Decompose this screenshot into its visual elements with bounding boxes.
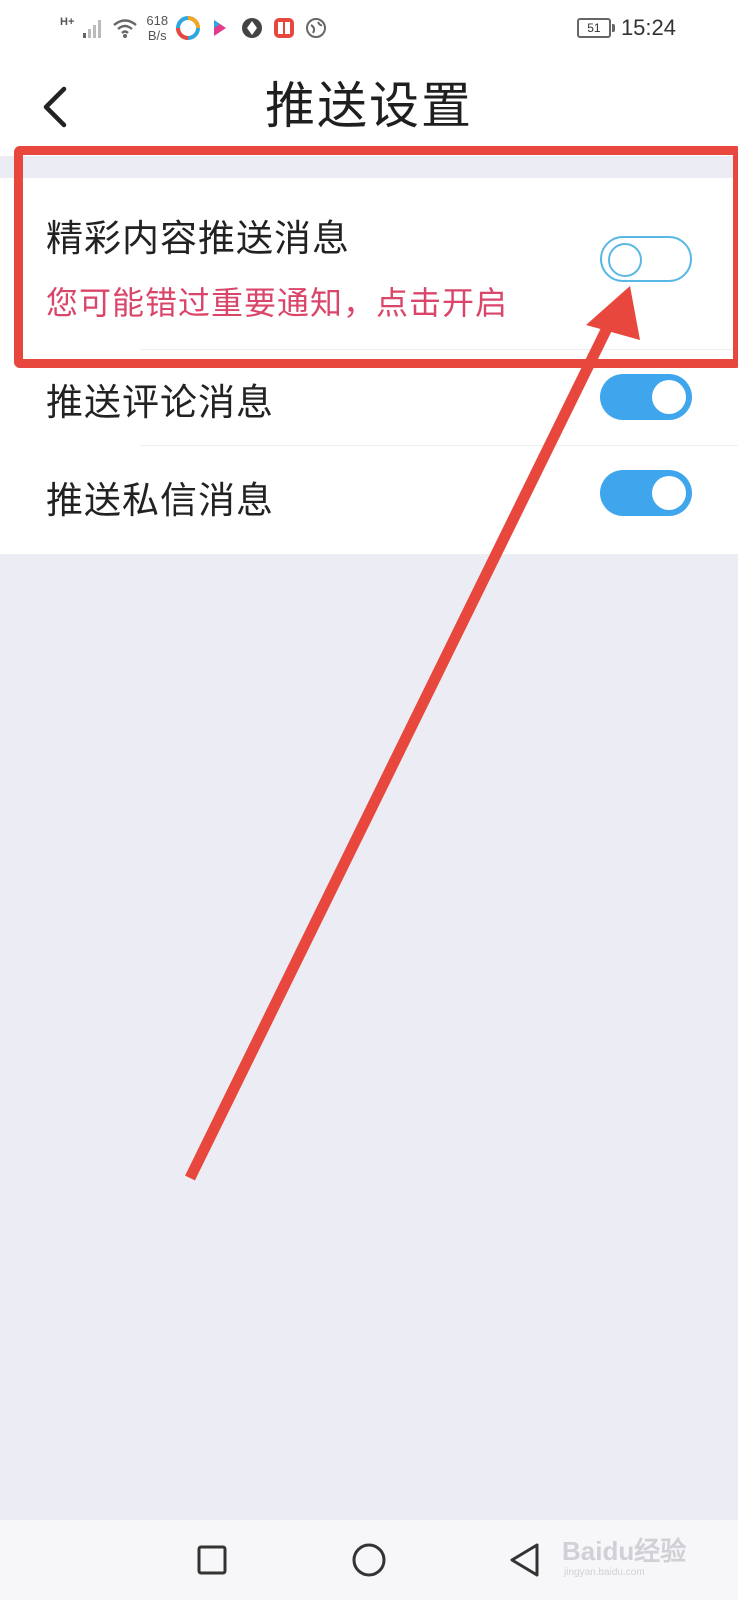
network-speed: 618 B/s [146,13,168,43]
watermark-text: Baidu经验 [562,1536,686,1566]
setting-label: 推送评论消息 [46,381,274,424]
toggle-knob [608,243,642,277]
youku-icon [214,20,227,36]
private-message-push-toggle[interactable] [600,470,692,516]
globe-app-icon [306,18,327,38]
toggle-knob [652,380,686,414]
home-button[interactable] [349,1540,389,1580]
recent-apps-button[interactable] [192,1540,232,1580]
featured-content-toggle[interactable] [600,236,692,282]
settings-list: 精彩内容推送消息 您可能错过重要通知，点击开启 推送评论消息 推送私信消息 [0,178,738,554]
comment-push-toggle[interactable] [600,374,692,420]
reader-app-icon [274,18,295,38]
section-divider [0,156,738,178]
circle-home-icon [352,1543,386,1577]
color-ring-app-icon [176,16,201,40]
network-type: H+ [60,16,75,28]
system-nav-bar: Baidu经验 jingyan.baidu.com [0,1520,738,1600]
wifi-icon [113,19,138,38]
setting-label: 精彩内容推送消息 [46,217,350,260]
signal-icon [83,20,102,38]
status-right-group: 51 15:24 [576,12,676,44]
status-left-group: H+ 618 B/s [60,10,328,46]
setting-row-featured-content[interactable]: 精彩内容推送消息 您可能错过重要通知，点击开启 [0,178,738,350]
page-title: 推送设置 [265,77,473,135]
status-time: 15:24 [620,15,676,40]
battery-level: 51 [587,21,601,35]
speed-unit: B/s [147,28,167,43]
square-recent-icon [197,1545,227,1575]
triangle-back-icon [510,1543,539,1577]
status-bar: H+ 618 B/s 51 15:24 [0,0,738,56]
watermark-subtext: jingyan.baidu.com [563,1567,645,1578]
battery-indicator: 51 [576,18,615,38]
toggle-knob [652,476,686,510]
speed-value: 618 [146,13,169,28]
aperture-app-icon [242,18,263,38]
baidu-jingyan-watermark: Baidu经验 jingyan.baidu.com [562,1536,686,1578]
system-back-button[interactable] [505,1540,545,1580]
setting-row-comment-push[interactable]: 推送评论消息 [0,350,738,446]
setting-label: 推送私信消息 [46,479,274,522]
setting-hint: 您可能错过重要通知，点击开启 [46,284,509,322]
setting-row-private-message-push[interactable]: 推送私信消息 [0,446,738,554]
